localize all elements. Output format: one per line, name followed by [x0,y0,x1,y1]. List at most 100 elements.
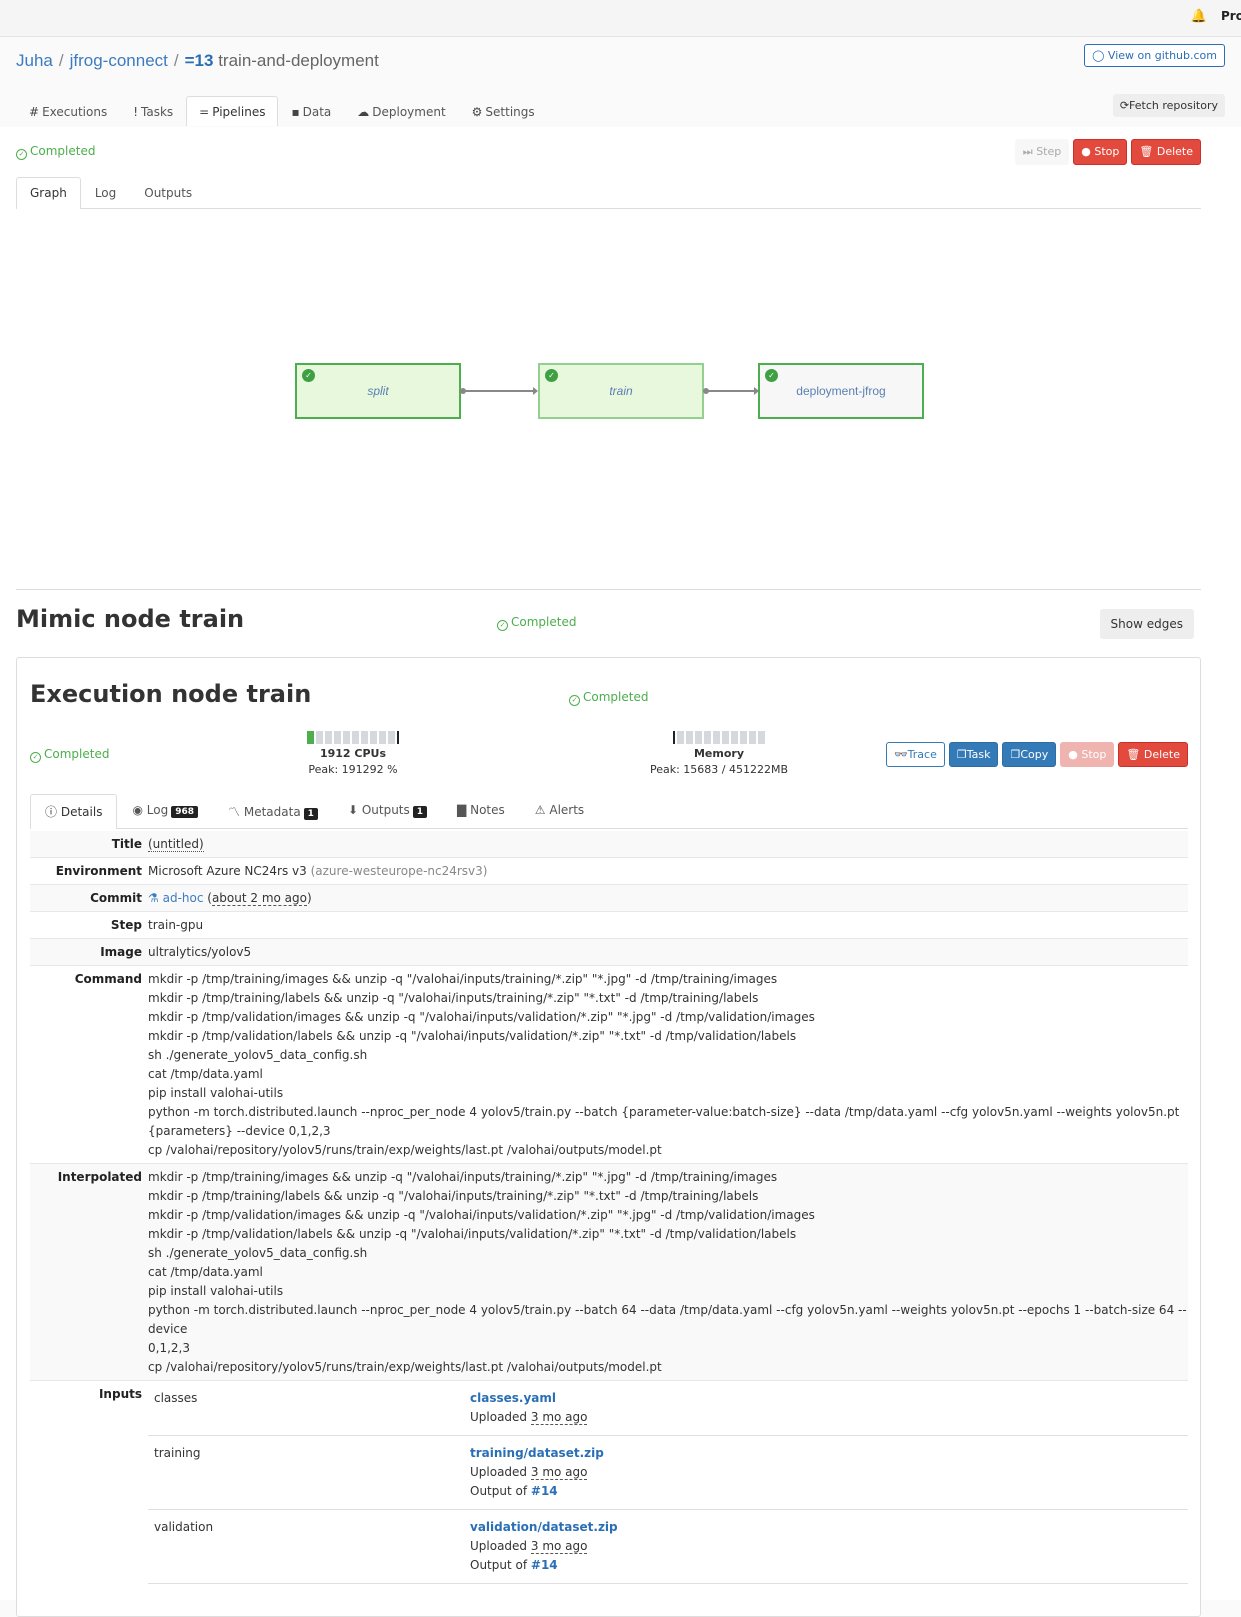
tab-notes[interactable]: ▇ Notes [442,794,520,829]
fetch-repository-button[interactable]: ⟳Fetch repository [1112,94,1225,117]
tab-data[interactable]: ▪ Data [278,96,344,126]
node-label: train [609,384,633,398]
trace-button[interactable]: 👓Trace [885,742,945,767]
input-file-link[interactable]: training/dataset.zip [470,1446,604,1460]
meter-segment [695,731,702,744]
graph-edge [703,387,759,395]
interpolated-line: cat /tmp/data.yaml [148,1265,263,1279]
detail-row-command: Command mkdir -p /tmp/training/images &&… [30,966,1188,1164]
step-forward-icon: ⏭ [1022,145,1033,158]
interpolated-line: sh ./generate_yolov5_data_config.sh [148,1246,368,1260]
profile-menu[interactable]: Pro [1221,9,1241,23]
breadcrumb-separator: / [58,51,64,70]
command-line: pip install valohai-utils [148,1086,284,1100]
meter-segment [352,731,359,744]
execution-actions: 👓Trace ❐Task ❐Copy ● Stop 🗑 Delete [885,742,1188,767]
execution-panel: Execution node train ✓ Completed ✓ Complet… [16,657,1201,1617]
interpolated-line: mkdir -p /tmp/validation/images && unzip… [148,1208,815,1222]
tab-pipelines[interactable]: = Pipelines [186,96,279,126]
delete-label: Delete [1143,748,1180,761]
input-file-link[interactable]: classes.yaml [470,1391,556,1405]
execution-status-text: Completed [583,690,649,704]
count-badge: 1 [303,808,318,820]
show-edges-button[interactable]: Show edges [1099,609,1194,639]
gear-icon: ⚙ [471,105,483,119]
task-button[interactable]: ❐Task [948,742,999,767]
stop-execution-button[interactable]: ● Stop [1060,742,1115,767]
detail-key: Environment [55,864,142,878]
input-file: classes.yaml Uploaded 3 mo ago [470,1389,588,1427]
note-icon: ▇ [457,803,467,817]
input-output-of: Output of #14 [470,1484,558,1498]
pipeline-status-text: Completed [30,144,96,158]
commit-link[interactable]: ⚗ ad-hoc [148,891,203,905]
tab-label: Notes [470,803,505,817]
meter-segment [731,731,738,744]
interpolated-value: mkdir -p /tmp/training/images && unzip -… [148,1164,1188,1380]
meter-peak-marker [397,731,399,744]
breadcrumb-owner[interactable]: Juha [16,51,53,70]
refresh-icon: ⟳ [1119,99,1130,112]
delete-execution-button[interactable]: 🗑 Delete [1118,742,1188,767]
commit-value: ad-hoc [162,891,204,905]
count-badge: 968 [171,806,198,818]
tab-log[interactable]: ◉ Log 968 [117,794,213,829]
command-line: mkdir -p /tmp/training/labels && unzip -… [148,991,759,1005]
graph-node-deployment-jfrog[interactable]: ✓ deployment-jfrog [758,363,924,419]
environment-value: Microsoft Azure NC24rs v3 [148,864,307,878]
tab-outputs[interactable]: Outputs [130,177,206,209]
title-value[interactable]: (untitled) [148,837,204,852]
tab-label: Deployment [372,105,446,119]
stop-icon: ● [1081,145,1091,158]
task-label: Task [966,748,991,761]
commit-time: about 2 mo ago [211,891,307,906]
source-execution-link[interactable]: #14 [531,1558,558,1572]
command-line: {parameters} --device 0,1,2,3 [148,1124,331,1138]
tab-outputs[interactable]: ⬇ Outputs 1 [333,794,442,829]
meter-segment [343,731,350,744]
execution-details-table: Title (untitled) Environment Microsoft A… [30,831,1188,1584]
meter-segment [758,731,765,744]
input-file-name: validation/dataset.zip [470,1518,618,1537]
stop-pipeline-button[interactable]: ● Stop [1073,139,1128,165]
meter-segment [361,731,368,744]
meter-segment [686,731,693,744]
graph-edge [460,387,538,395]
glasses-icon: 👓 [893,748,908,761]
command-value: mkdir -p /tmp/training/images && unzip -… [148,966,1188,1163]
breadcrumb-project[interactable]: jfrog-connect [70,51,168,70]
tab-tasks[interactable]: ! Tasks [120,96,186,126]
copy-button[interactable]: ❐Copy [1002,742,1057,767]
tab-details[interactable]: ⓘ Details [30,794,118,829]
delete-label: Delete [1156,145,1193,158]
tab-label: Tasks [141,105,174,119]
tab-log[interactable]: Log [81,177,130,209]
bell-icon[interactable]: 🔔 [1191,9,1207,24]
input-uploaded: Uploaded 3 mo ago [470,1539,588,1554]
view-on-github-button[interactable]: ◯ View on github.com [1084,44,1225,67]
check-icon: ✓ [302,369,315,382]
delete-pipeline-button[interactable]: 🗑 Delete [1131,139,1201,165]
count-badge: 1 [412,806,428,818]
uploaded-time: 3 mo ago [530,1410,588,1425]
detail-key: Commit [90,891,142,905]
graph-node-train[interactable]: ✓ train [538,363,704,419]
cpu-meter: 1912 CPUs Peak: 191292 % [253,731,453,776]
tab-graph[interactable]: Graph [16,177,81,209]
tab-deployment[interactable]: ☁ Deployment [344,96,458,126]
tab-label: Settings [485,105,535,119]
meter-segment [325,731,332,744]
source-execution-link[interactable]: #14 [531,1484,558,1498]
tab-metadata[interactable]: 〽 Metadata 1 [213,794,333,829]
exclamation-icon: ! [133,105,139,119]
tab-executions[interactable]: # Executions [16,96,120,126]
graph-node-split[interactable]: ✓ split [295,363,461,419]
tab-settings[interactable]: ⚙ Settings [459,96,548,126]
stop-label: Stop [1081,748,1107,761]
interpolated-line: python -m torch.distributed.launch --npr… [148,1303,1187,1336]
input-file: validation/dataset.zip Uploaded 3 mo ago O… [470,1518,618,1575]
input-file-link[interactable]: validation/dataset.zip [470,1520,618,1534]
tab-alerts[interactable]: ⚠ Alerts [520,794,599,829]
pipeline-name: train-and-deployment [218,51,379,70]
step-button[interactable]: ⏭ Step [1014,139,1070,165]
